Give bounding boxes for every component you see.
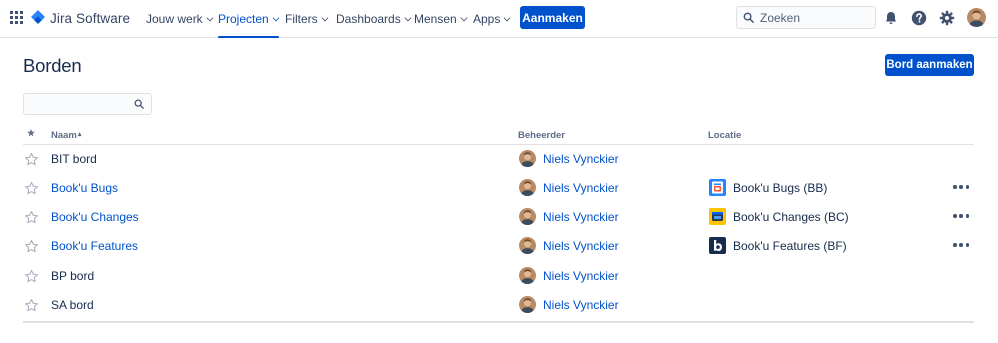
more-actions-icon[interactable] [953, 242, 969, 248]
board-location[interactable]: Book'u Changes (BC) [709, 208, 849, 225]
star-icon[interactable] [24, 210, 39, 225]
notifications-icon[interactable] [883, 10, 899, 26]
nav-jouw-werk[interactable]: Jouw werk [146, 0, 214, 37]
nav-label: Filters [285, 11, 318, 26]
chevron-down-icon [321, 14, 329, 21]
nav-dashboards[interactable]: Dashboards [336, 0, 412, 37]
table-row: BIT bord Niels Vynckier [23, 145, 974, 174]
board-location[interactable]: Book'u Features (BF) [709, 237, 847, 254]
admin-name: Niels Vynckier [543, 180, 619, 195]
admin-avatar [519, 179, 536, 196]
project-bugs-icon [709, 179, 726, 196]
avatar-image [967, 8, 986, 27]
board-admin[interactable]: Niels Vynckier [519, 267, 619, 284]
admin-column-header: Beheerder [518, 130, 565, 141]
project-changes-icon [709, 208, 726, 225]
star-icon[interactable] [24, 298, 39, 313]
table-row: SA bord Niels Vynckier [23, 291, 974, 320]
name-column-header[interactable]: Naam▴ [51, 130, 81, 141]
chevron-down-icon [206, 14, 214, 21]
table-row: Book'u Bugs Niels Vynckier Book'u Bugs (… [23, 174, 974, 203]
star-icon[interactable] [24, 152, 39, 167]
admin-name: Niels Vynckier [543, 297, 619, 312]
product-name: Jira Software [50, 10, 131, 26]
admin-avatar [519, 237, 536, 254]
global-search-input[interactable]: Zoeken [736, 6, 876, 29]
admin-avatar [519, 150, 536, 167]
top-navigation: Jira Software Jouw werk Projecten Filter… [0, 0, 998, 38]
board-name-link[interactable]: Book'u Bugs [51, 181, 118, 195]
nav-apps[interactable]: Apps [473, 0, 511, 37]
nav-label: Apps [473, 11, 501, 26]
admin-name: Niels Vynckier [543, 209, 619, 224]
board-name-link[interactable]: Book'u Changes [51, 210, 139, 224]
settings-icon[interactable] [939, 10, 955, 26]
location-column-header: Locatie [708, 130, 742, 141]
board-admin[interactable]: Niels Vynckier [519, 150, 619, 167]
chevron-down-icon [272, 14, 280, 21]
sort-ascending-icon: ▴ [77, 131, 82, 138]
star-icon[interactable] [24, 239, 39, 254]
board-admin[interactable]: Niels Vynckier [519, 179, 619, 196]
table-bottom-divider [23, 321, 974, 323]
admin-avatar [519, 267, 536, 284]
help-icon[interactable] [911, 10, 927, 26]
create-button[interactable]: Aanmaken [520, 6, 585, 29]
board-name: SA bord [51, 298, 94, 312]
boards-table-header: ★ Naam▴ Beheerder Locatie [23, 126, 974, 145]
board-name: BIT bord [51, 152, 97, 166]
user-avatar[interactable] [967, 8, 986, 27]
more-actions-icon[interactable] [953, 184, 969, 190]
nav-label: Dashboards [336, 11, 401, 26]
star-icon[interactable] [24, 269, 39, 284]
table-row: Book'u Features Niels Vynckier Book'u Fe… [23, 232, 974, 261]
nav-label: Mensen [414, 11, 457, 26]
admin-avatar [519, 208, 536, 225]
board-admin[interactable]: Niels Vynckier [519, 296, 619, 313]
nav-label: Jouw werk [146, 11, 203, 26]
favourite-column-header: ★ [27, 128, 36, 138]
board-location[interactable]: Book'u Bugs (BB) [709, 179, 827, 196]
app-switcher-icon[interactable] [10, 11, 23, 24]
admin-name: Niels Vynckier [543, 238, 619, 253]
board-filter-field[interactable] [23, 93, 152, 115]
star-icon[interactable] [24, 181, 39, 196]
search-placeholder: Zoeken [760, 10, 801, 25]
location-name: Book'u Bugs (BB) [733, 180, 828, 195]
search-icon [743, 12, 754, 23]
jira-logo-icon [31, 10, 45, 24]
table-row: Book'u Changes Niels Vynckier Book'u Cha… [23, 203, 974, 232]
board-name-link[interactable]: Book'u Features [51, 239, 138, 253]
nav-projecten[interactable]: Projecten [218, 0, 280, 38]
more-actions-icon[interactable] [953, 213, 969, 219]
location-name: Book'u Features (BF) [733, 238, 847, 253]
board-admin[interactable]: Niels Vynckier [519, 237, 619, 254]
board-name: BP bord [51, 269, 95, 283]
admin-avatar [519, 296, 536, 313]
create-board-button[interactable]: Bord aanmaken [885, 54, 974, 76]
name-column-label: Naam [51, 130, 77, 141]
nav-label: Projecten [218, 11, 269, 26]
jira-logo[interactable]: Jira Software [31, 9, 130, 27]
board-filter-input[interactable] [24, 94, 124, 112]
page-title: Borden [23, 55, 82, 76]
board-admin[interactable]: Niels Vynckier [519, 208, 619, 225]
admin-name: Niels Vynckier [543, 268, 619, 283]
search-icon [134, 99, 144, 109]
location-name: Book'u Changes (BC) [733, 209, 849, 224]
nav-mensen[interactable]: Mensen [414, 0, 468, 37]
admin-name: Niels Vynckier [543, 151, 619, 166]
nav-filters[interactable]: Filters [285, 0, 329, 37]
chevron-down-icon [404, 14, 412, 21]
table-row: BP bord Niels Vynckier [23, 262, 974, 291]
project-features-icon [709, 237, 726, 254]
chevron-down-icon [460, 14, 468, 21]
chevron-down-icon [503, 14, 511, 21]
